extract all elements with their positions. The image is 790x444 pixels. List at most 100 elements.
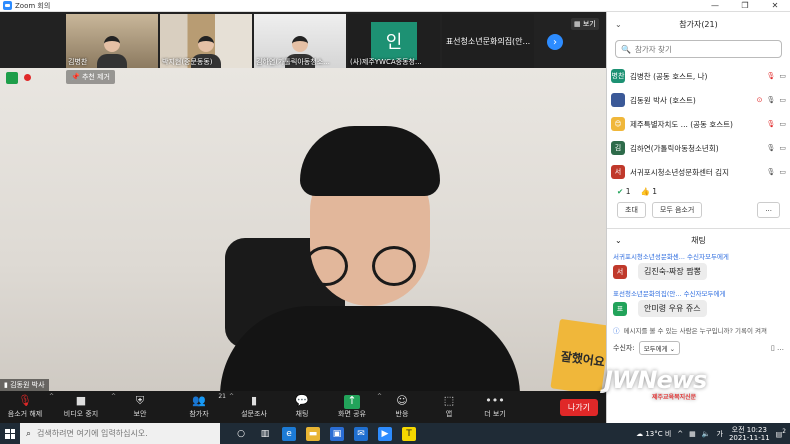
file-icon[interactable]: ▯ (771, 344, 775, 352)
speaker-name: 김동원 박사 (10, 381, 45, 389)
participants-icon: 👥 (192, 394, 206, 407)
participant-avatar (611, 93, 625, 107)
unmute-button[interactable]: 🎙 음소거 해제 ^ (0, 391, 54, 423)
weather-widget[interactable]: ☁ 13°C 비 (636, 429, 671, 439)
participant-search[interactable]: 🔍 (615, 40, 782, 58)
mic-icon: 🎙 (766, 144, 776, 152)
search-icon: 🔍 (621, 44, 631, 54)
thumbnail-video[interactable]: 박지현(중문동동) (160, 14, 252, 68)
more-button[interactable]: ••• 더 보기 (472, 391, 518, 423)
recording-icon (24, 74, 31, 81)
thumbs-reaction[interactable]: 👍 1 (640, 187, 657, 196)
mute-all-button[interactable]: 모두 음소거 (651, 202, 703, 218)
store-icon[interactable]: ▣ (330, 426, 344, 441)
tray-chevron-icon[interactable]: ^ (677, 430, 683, 438)
chat-messages: 서귀포시청소년성문화센... 수신자모두에게 서 김진숙-짜장 짬뽕 표선청소년… (607, 251, 790, 317)
network-icon[interactable]: ▦ (689, 430, 696, 438)
watermark-logo: JWNews 제주교육복지신문 (604, 366, 707, 401)
notification-count: 2 (782, 428, 786, 435)
chat-button[interactable]: 💬 채팅 (278, 391, 326, 423)
participant-row[interactable]: 😊 제주특별자치도 ... (공동 호스트) 🎙 ▭ (611, 112, 786, 136)
volume-icon[interactable]: 🔈 (702, 430, 711, 438)
reactions-button[interactable]: ☺ 반응 (378, 391, 426, 423)
participants-button[interactable]: 👥 참가자 21 ^ (168, 391, 234, 423)
share-screen-button[interactable]: ↑ 화면 공유 ^ (326, 391, 382, 423)
notification-icon[interactable]: ▤2 (776, 429, 786, 438)
thumbnail-video[interactable]: 인 (사)제주YWCA중동청... (348, 14, 440, 68)
participant-status: ⊙ 🎙 ▭ (757, 96, 786, 104)
thumbnail-video[interactable]: 김하연(가톨릭아동청소... (254, 14, 346, 68)
more-icon[interactable]: … (777, 344, 784, 352)
participant-initial-avatar: 인 (371, 22, 417, 60)
apps-button[interactable]: ⬚ 앱 (426, 391, 472, 423)
poll-icon: ▮ (250, 394, 258, 407)
participant-list: 병찬 김병찬 (공동 호스트, 나) 🎙 ▭ 김동원 박사 (호스트) ⊙ 🎙 ▭ 😊… (607, 64, 790, 184)
poll-label: 설문조사 (241, 410, 267, 418)
system-tray: ☁ 13°C 비 ^ ▦ 🔈 가 오전 10:23 2021-11-11 ▤2 (636, 426, 790, 442)
security-button[interactable]: ⛨ 보안 (112, 391, 168, 423)
participant-status: 🎙 ▭ (766, 168, 786, 176)
kakaotalk-icon[interactable]: T (402, 426, 416, 441)
participant-row[interactable]: 김동원 박사 (호스트) ⊙ 🎙 ▭ (611, 88, 786, 112)
thumbnail-video[interactable]: 표선청소년문화의집(안... (442, 14, 534, 68)
windows-logo-icon (5, 428, 15, 439)
participant-row[interactable]: 김 김하연(가톨릭아동청소년회) 🎙 ▭ (611, 136, 786, 160)
mic-muted-icon: 🎙 (766, 72, 776, 80)
chat-visibility-note[interactable]: ⓘ 메시지를 볼 수 있는 사람은 누구입니까? 기록이 켜져 (607, 325, 790, 335)
ok-reaction[interactable]: ✔ 1 (617, 187, 630, 196)
participant-video (97, 36, 127, 68)
clock-time: 오전 10:23 (731, 425, 767, 434)
thumbnail-video[interactable]: 김병찬 (66, 14, 158, 68)
participant-row[interactable]: 병찬 김병찬 (공동 호스트, 나) 🎙 ▭ (611, 64, 786, 88)
mail-icon[interactable]: ✉ (354, 426, 368, 441)
participant-search-input[interactable] (634, 44, 775, 54)
maximize-button[interactable]: ❐ (730, 1, 760, 10)
edge-icon[interactable]: e (282, 426, 296, 441)
participant-name: 김하연(가톨릭아동청소년회) (630, 143, 719, 153)
participant-status: 🎙 ▭ (766, 144, 786, 152)
video-icon: ▭ (779, 72, 786, 80)
window-controls: — ❐ ✕ (700, 1, 790, 10)
book: 잘했어요 (550, 318, 606, 391)
poll-button[interactable]: ▮ 설문조사 (230, 391, 278, 423)
participant-name: 김병찬 (공동 호스트, 나) (630, 71, 708, 81)
taskbar-search-input[interactable] (37, 429, 208, 438)
view-button[interactable]: ▦ 보기 (571, 18, 599, 30)
close-button[interactable]: ✕ (760, 1, 790, 10)
thumbs-up-icon: 👍 (640, 186, 650, 196)
participants-title: 참가자(21) (679, 19, 718, 29)
leave-button[interactable]: 나가기 (559, 398, 598, 416)
mic-muted-icon: 🎙 (18, 394, 32, 407)
participant-name: 서귀포시청소년성문화센터 김지 (630, 167, 729, 177)
chat-tools: ▯ … (771, 344, 784, 352)
video-icon: ■ (75, 394, 87, 407)
ime-icon[interactable]: 가 (717, 429, 723, 439)
recipient-label: 수신자: (613, 344, 635, 352)
zoom-app-icon (3, 1, 12, 10)
zoom-taskbar-icon[interactable]: ▶ (378, 426, 392, 441)
minimize-button[interactable]: — (700, 1, 730, 10)
recipient-select[interactable]: 모두에게 ⌄ (638, 341, 681, 355)
apps-icon: ⬚ (443, 394, 455, 407)
stop-video-button[interactable]: ■ 비디오 중지 ^ (50, 391, 116, 423)
participants-label: 참가자 (189, 410, 209, 418)
cortana-icon[interactable]: ○ (234, 427, 248, 441)
thumbnail-name: 김병찬 (68, 58, 88, 66)
task-view-icon[interactable]: ▥ (258, 427, 272, 441)
participant-avatar: 병찬 (611, 69, 625, 83)
participant-row[interactable]: 서 서귀포시청소년성문화센터 김지 🎙 ▭ (611, 160, 786, 184)
start-button[interactable] (0, 423, 20, 444)
invite-button[interactable]: 초대 (617, 202, 646, 218)
video-icon: ▭ (779, 96, 786, 104)
next-page-arrow-icon[interactable]: › (547, 34, 563, 50)
participant-status: 🎙 ▭ (766, 72, 786, 80)
speaker-figure (220, 126, 520, 391)
clock[interactable]: 오전 10:23 2021-11-11 (729, 426, 770, 442)
chat-icon: 💬 (295, 394, 309, 407)
active-speaker-video[interactable]: 📌 추천 제거 잘했어요 ▮ 김동원 박사 (0, 68, 606, 391)
remove-spotlight-button[interactable]: 📌 추천 제거 (66, 70, 115, 84)
security-shield-icon (6, 72, 18, 84)
taskbar-search[interactable]: ⌕ (20, 423, 220, 444)
more-options-button[interactable]: ... (757, 202, 780, 218)
file-explorer-icon[interactable]: ▬ (306, 426, 320, 441)
